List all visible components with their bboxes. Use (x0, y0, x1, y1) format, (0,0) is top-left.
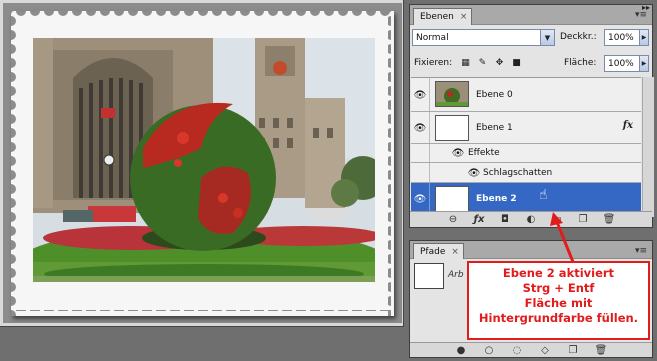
layers-bottom-toolbar: ⊖ ƒx ◘ ◐ ▭ ❐ 🗑 (410, 211, 652, 227)
layer-row-ebene-0[interactable]: 👁 Ebene 0 (411, 78, 641, 112)
layer-thumbnail (435, 81, 469, 107)
lock-move-icon[interactable]: ✥ (494, 57, 505, 68)
new-layer-icon[interactable]: ❐ (576, 214, 590, 225)
path-name[interactable]: Arb (448, 270, 464, 280)
paths-bottom-toolbar: ● ○ ◌ ◇ ❐ 🗑 (410, 342, 652, 357)
folder-icon[interactable]: ▭ (550, 214, 564, 225)
tab-paths[interactable]: Pfade × (413, 243, 464, 259)
mask-icon[interactable]: ◘ (498, 214, 512, 225)
fill-value: 100% (608, 58, 634, 69)
chevron-down-icon: ▼ (540, 30, 554, 45)
fill-label: Fläche: (564, 58, 597, 68)
tab-paths-label: Pfade (420, 246, 446, 257)
make-path-icon[interactable]: ◇ (538, 345, 552, 356)
adjustment-icon[interactable]: ◐ (524, 214, 538, 225)
annotation-line: Ebene 2 aktiviert (502, 266, 615, 280)
blend-mode-value: Normal (416, 32, 449, 43)
lock-all-icon[interactable]: ■ (511, 57, 522, 68)
layer-effects-row[interactable]: 👁 Effekte (411, 144, 641, 163)
photo-image (33, 38, 375, 282)
effects-label: Effekte (468, 148, 500, 158)
layers-scrollbar[interactable] (642, 77, 654, 217)
layer-thumbnail (435, 115, 469, 141)
close-icon[interactable]: × (451, 247, 459, 257)
fill-path-icon[interactable]: ● (454, 345, 468, 356)
layer-name: Ebene 2 (476, 194, 517, 204)
trash-icon[interactable]: 🗑 (594, 345, 608, 356)
eye-icon[interactable]: 👁 (413, 193, 427, 205)
eye-icon[interactable]: 👁 (413, 122, 427, 134)
blend-mode-select[interactable]: Normal ▼ (412, 29, 555, 46)
layers-panel: Ebenen × ▸▸ ▾≡ Normal ▼ Deckkr.: 100% ▶ … (409, 3, 654, 228)
lock-paint-icon[interactable]: ✎ (477, 57, 488, 68)
layer-effect-drop-shadow[interactable]: 👁 Schlagschatten (411, 163, 641, 183)
fill-input[interactable]: 100% ▶ (604, 55, 649, 72)
layers-tabbar: Ebenen × ▸▸ ▾≡ (410, 3, 652, 25)
document-canvas[interactable] (0, 0, 404, 327)
load-selection-icon[interactable]: ◌ (510, 345, 524, 356)
annotation-line: Hintergrundfarbe füllen. (478, 311, 639, 325)
close-icon[interactable]: × (460, 12, 468, 22)
opacity-label: Deckkr.: (560, 32, 597, 42)
layer-name: Ebene 0 (476, 90, 513, 100)
layers-list: 👁 Ebene 0 👁 Ebene 1 fx 👁 Effekte 👁 Schla… (411, 77, 641, 217)
hand-cursor-icon: ☝ (539, 187, 548, 203)
stroke-path-icon[interactable]: ○ (482, 345, 496, 356)
opacity-value: 100% (608, 32, 634, 43)
path-thumbnail (414, 263, 444, 289)
trash-icon[interactable]: 🗑 (602, 214, 616, 225)
lock-label: Fixieren: (414, 58, 453, 68)
lock-transparent-icon[interactable]: ▦ (460, 57, 471, 68)
layer-row-ebene-1[interactable]: 👁 Ebene 1 fx (411, 112, 641, 144)
eye-icon[interactable]: 👁 (451, 147, 465, 159)
link-icon[interactable]: ⊖ (446, 214, 460, 225)
paths-tabbar: Pfade × ▾≡ (410, 241, 652, 259)
tab-layers[interactable]: Ebenen × (413, 8, 473, 25)
panel-menu-icon[interactable]: ▾≡ (634, 245, 648, 256)
tab-layers-label: Ebenen (420, 12, 454, 22)
opacity-input[interactable]: 100% ▶ (604, 29, 649, 46)
fx-icon[interactable]: fx (623, 120, 633, 131)
eye-icon[interactable]: 👁 (467, 167, 481, 179)
annotation-line: Strg + Entf (522, 281, 595, 295)
eye-icon[interactable]: 👁 (413, 89, 427, 101)
chevron-right-icon: ▶ (639, 30, 648, 45)
panel-menu-icon[interactable]: ▾≡ (634, 9, 648, 20)
blend-row: Normal ▼ Deckkr.: 100% ▶ (412, 29, 650, 47)
drop-shadow-label: Schlagschatten (483, 168, 553, 178)
annotation-callout: Ebene 2 aktiviert Strg + Entf Fläche mit… (467, 261, 650, 340)
new-path-icon[interactable]: ❐ (566, 345, 580, 356)
annotation-line: Fläche mit (524, 296, 593, 310)
chevron-right-icon: ▶ (639, 56, 648, 71)
lock-row: Fixieren: ▦ ✎ ✥ ■ Fläche: 100% ▶ (412, 55, 650, 72)
layer-thumbnail (435, 186, 469, 212)
layer-name: Ebene 1 (476, 123, 513, 133)
fx-icon[interactable]: ƒx (472, 214, 486, 225)
